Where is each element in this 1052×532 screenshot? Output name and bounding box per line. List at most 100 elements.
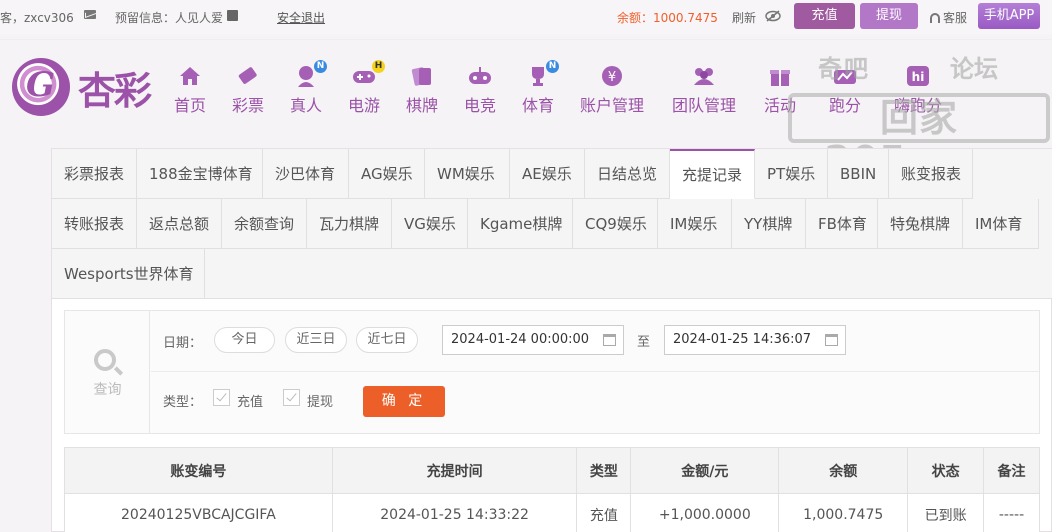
tab-fb-sports[interactable]: FB体育 <box>806 199 878 249</box>
nav-item-running-score[interactable]: 跑分 <box>829 64 861 116</box>
calendar-icon[interactable] <box>825 334 838 346</box>
tab-transfer-report[interactable]: 转账报表 <box>52 199 137 249</box>
date-range-separator: 至 <box>637 335 651 350</box>
nav-item-chess[interactable]: 棋牌 <box>406 64 438 116</box>
balance-text: 余额：1000.7475 <box>617 11 718 25</box>
top-bar: 客，zxcv306 预留信息：人见人爱 安全退出 余额：1000.7475 刷新… <box>0 0 1052 34</box>
quick-range-7days[interactable]: 近七日 <box>356 327 418 353</box>
nav-label: 电游 <box>348 96 381 115</box>
tab-kgame-chess[interactable]: Kgame棋牌 <box>468 199 573 249</box>
new-badge: N <box>314 60 327 73</box>
tab-cq9[interactable]: CQ9娱乐 <box>573 199 658 249</box>
live-dealer-icon: N <box>293 60 327 88</box>
col-balance: 余额 <box>778 447 909 494</box>
tab-ag[interactable]: AG娱乐 <box>349 149 425 199</box>
site-logo[interactable]: 杏彩 <box>12 56 162 120</box>
withdraw-checkbox[interactable] <box>283 389 300 406</box>
col-amount: 金额/元 <box>630 447 780 494</box>
withdraw-button[interactable]: 提现 <box>860 3 918 29</box>
esports-controller-icon <box>467 64 493 88</box>
nav-label: 嗨跑分 <box>894 96 943 115</box>
edit-icon[interactable] <box>227 10 238 21</box>
cell-type: 充值 <box>576 493 632 532</box>
hide-balance-icon[interactable] <box>765 10 781 25</box>
nav-item-live[interactable]: N 真人 <box>290 60 327 116</box>
query-side-label: 查询 <box>93 382 122 398</box>
table-row: 20240125VBCAJCGIFA 2024-01-25 14:33:22 充… <box>64 493 1040 532</box>
cards-icon <box>409 64 435 88</box>
nav-item-hi-running[interactable]: hi 嗨跑分 <box>894 64 942 116</box>
row-divider <box>151 371 1039 372</box>
tab-tetu-chess[interactable]: 特兔棋牌 <box>878 199 963 249</box>
tab-pt[interactable]: PT娱乐 <box>755 149 828 199</box>
tab-balance-query[interactable]: 余额查询 <box>222 199 307 249</box>
tab-bbin[interactable]: BBIN <box>828 149 889 199</box>
customer-service-link[interactable]: 客服 <box>930 9 967 26</box>
tab-account-change-report[interactable]: 账变报表 <box>889 149 973 199</box>
tab-daily-overview[interactable]: 日结总览 <box>585 149 670 199</box>
cell-amount: +1,000.0000 <box>630 493 780 532</box>
gamepad-icon: H <box>351 60 385 88</box>
col-transaction-id: 账变编号 <box>64 447 333 494</box>
logo-text: 杏彩 <box>78 69 152 113</box>
query-side: 查询 <box>65 311 150 433</box>
nav-item-account[interactable]: ¥ 账户管理 <box>580 64 644 116</box>
tab-yy-chess[interactable]: YY棋牌 <box>732 199 806 249</box>
tab-saba-sports[interactable]: 沙巴体育 <box>263 149 349 199</box>
confirm-button[interactable]: 确 定 <box>363 386 445 417</box>
yen-coin-icon: ¥ <box>599 64 625 88</box>
deposit-checkbox[interactable] <box>213 389 230 406</box>
nav-label: 首页 <box>174 96 207 115</box>
mobile-app-button[interactable]: 手机APP <box>978 3 1040 29</box>
nav-item-esports[interactable]: 电竞 <box>464 64 496 116</box>
nav-label: 账户管理 <box>580 96 645 115</box>
end-date-field[interactable]: 2024-01-25 14:36:07 <box>664 325 846 355</box>
cell-balance: 1,000.7475 <box>778 493 909 532</box>
nav-item-team[interactable]: 团队管理 <box>672 64 736 116</box>
nav-item-slots[interactable]: H 电游 <box>348 60 385 116</box>
calendar-icon[interactable] <box>603 334 616 346</box>
refresh-link[interactable]: 刷新 <box>732 9 756 26</box>
deposit-checkbox-label: 充值 <box>237 395 264 410</box>
cell-time: 2024-01-25 14:33:22 <box>331 493 578 532</box>
tab-deposit-withdraw-records[interactable]: 充提记录 <box>670 149 755 199</box>
tab-rebate-total[interactable]: 返点总额 <box>137 199 222 249</box>
tab-vg[interactable]: VG娱乐 <box>392 199 468 249</box>
records-table: 账变编号 充提时间 类型 金额/元 余额 状态 备注 20240125VBCAJ… <box>64 447 1040 532</box>
tab-wali-chess[interactable]: 瓦力棋牌 <box>307 199 392 249</box>
nav-label: 棋牌 <box>406 96 439 115</box>
start-date-field[interactable]: 2024-01-24 00:00:00 <box>442 325 624 355</box>
greeting-text: 客，zxcv306 <box>0 11 74 25</box>
report-card: 彩票报表 188金宝博体育 沙巴体育 AG娱乐 WM娱乐 AE娱乐 日结总览 充… <box>51 148 1052 532</box>
svg-text:hi: hi <box>912 70 925 84</box>
lottery-ticket-icon <box>235 64 261 88</box>
quick-range-3days[interactable]: 近三日 <box>285 327 347 353</box>
nav-item-events[interactable]: 活动 <box>764 64 796 116</box>
nav-label: 体育 <box>522 96 555 115</box>
tab-ae[interactable]: AE娱乐 <box>510 149 585 199</box>
tab-im-sports[interactable]: IM体育 <box>963 199 1039 249</box>
nav-item-home[interactable]: 首页 <box>174 64 206 116</box>
nav-label: 彩票 <box>232 96 265 115</box>
new-badge: N <box>546 60 559 73</box>
nav-item-lottery[interactable]: 彩票 <box>232 64 264 116</box>
trophy-icon: N <box>525 60 559 88</box>
nav-item-sports[interactable]: N 体育 <box>522 60 559 116</box>
col-remark: 备注 <box>983 447 1040 494</box>
tab-wm[interactable]: WM娱乐 <box>425 149 510 199</box>
tab-im-entertainment[interactable]: IM娱乐 <box>658 199 732 249</box>
nav-label: 电竞 <box>464 96 497 115</box>
cell-transaction-id: 20240125VBCAJCGIFA <box>64 493 333 532</box>
date-label: 日期： <box>163 336 203 351</box>
col-time: 充提时间 <box>331 447 578 494</box>
svg-text:¥: ¥ <box>608 70 616 85</box>
tab-188-sports[interactable]: 188金宝博体育 <box>137 149 263 199</box>
logout-link[interactable]: 安全退出 <box>277 9 325 26</box>
quick-range-today[interactable]: 今日 <box>214 327 275 353</box>
withdraw-checkbox-label: 提现 <box>307 395 334 410</box>
headset-icon <box>930 13 940 23</box>
tab-lottery-report[interactable]: 彩票报表 <box>52 149 137 199</box>
deposit-button[interactable]: 充值 <box>794 3 855 29</box>
tab-wesports[interactable]: Wesports世界体育 <box>52 249 205 299</box>
mail-icon[interactable] <box>84 10 96 19</box>
